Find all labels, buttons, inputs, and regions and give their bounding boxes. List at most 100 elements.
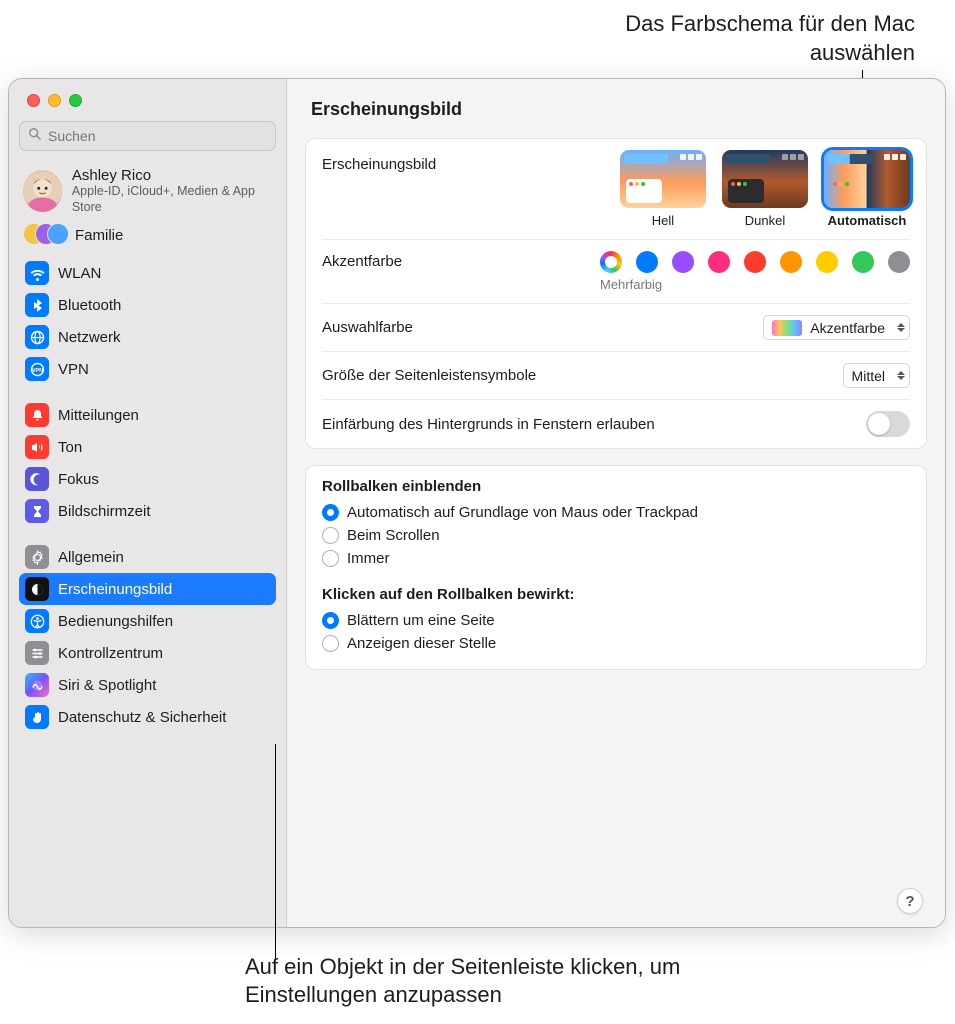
accent-swatch-pink[interactable] [708,251,730,273]
wifi-icon [25,261,49,285]
fullscreen-button[interactable] [69,94,82,107]
sidebar-item-vpn[interactable]: VPN VPN [19,353,276,385]
accent-swatch-red[interactable] [744,251,766,273]
appearance-option-label: Hell [652,213,674,228]
annotation-bottom: Auf ein Objekt in der Seitenleiste klick… [245,953,805,1010]
accent-swatch-purple[interactable] [672,251,694,273]
content-pane: Erscheinungsbild Erscheinungsbild HellDu… [287,79,945,927]
gradient-chip-icon [772,320,802,336]
scrollbar-click-option-label: Blättern um eine Seite [347,612,495,629]
sidebar-item-siri-spotlight[interactable]: Siri & Spotlight [19,669,276,701]
sidebar-item-label: Bildschirmzeit [58,503,151,520]
bell-icon [25,403,49,427]
family-avatars-icon [23,223,65,247]
bluetooth-icon [25,293,49,317]
sidebar-item-kontrollzentrum[interactable]: Kontrollzentrum [19,637,276,669]
highlight-popup[interactable]: Akzentfarbe [763,315,910,340]
accent-swatch-gray[interactable] [888,251,910,273]
apple-id-account[interactable]: Ashley Rico Apple-ID, iCloud+, Medien & … [9,161,286,219]
accent-sublabel: Mehrfarbig [600,277,662,292]
sidebar-item-ton[interactable]: Ton [19,431,276,463]
appearance-option-dark[interactable]: Dunkel [722,150,808,228]
family-label: Familie [75,227,123,244]
sidebar-item-label: Allgemein [58,549,124,566]
thumb-auto-icon [824,150,910,208]
sidebar-item-netzwerk[interactable]: Netzwerk [19,321,276,353]
sidebar-item-label: Mitteilungen [58,407,139,424]
gear-icon [25,545,49,569]
sidebar-item-bluetooth[interactable]: Bluetooth [19,289,276,321]
sidebar-icon-size-popup[interactable]: Mittel [843,363,910,388]
account-text: Ashley Rico Apple-ID, iCloud+, Medien & … [72,167,272,215]
radio-icon [322,527,339,544]
close-button[interactable] [27,94,40,107]
sidebar-item-label: VPN [58,361,89,378]
highlight-value: Akzentfarbe [810,320,885,336]
scrollbar-click-option[interactable]: Anzeigen dieser Stelle [322,632,910,655]
account-name: Ashley Rico [72,167,272,184]
appearance-options: Hell Dunkel Automatisch [620,150,910,228]
sidebar-item-fokus[interactable]: Fokus [19,463,276,495]
search-icon [28,127,42,145]
accent-swatch-blue[interactable] [636,251,658,273]
accent-swatch-yellow[interactable] [816,251,838,273]
scrollbar-click-option-label: Anzeigen dieser Stelle [347,635,496,652]
family-row[interactable]: Familie [9,219,286,257]
scrollbar-show-option[interactable]: Automatisch auf Grundlage von Maus oder … [322,501,910,524]
search-field-container[interactable] [19,121,276,151]
sidebar-item-label: Bedienungshilfen [58,613,173,630]
accent-swatch-multi[interactable] [600,251,622,273]
radio-icon [322,612,339,629]
scrollbar-show-option[interactable]: Beim Scrollen [322,524,910,547]
contrast-icon [25,577,49,601]
highlight-row: Auswahlfarbe Akzentfarbe [322,303,910,351]
search-input[interactable] [48,128,267,144]
sidebar-item-label: Netzwerk [58,329,121,346]
appearance-option-label: Dunkel [745,213,785,228]
accent-row: Akzentfarbe Mehrfarbig [322,239,910,303]
annotation-top: Das Farbschema für den Mac auswählen [565,10,915,67]
wallpaper-tint-label: Einfärbung des Hintergrunds in Fenstern … [322,416,866,433]
sidebar-item-erscheinungsbild[interactable]: Erscheinungsbild [19,573,276,605]
sidebar-item-bedienungshilfen[interactable]: Bedienungshilfen [19,605,276,637]
avatar [23,170,62,212]
scrollbar-show-option[interactable]: Immer [322,547,910,570]
scrollbar-show-option-label: Immer [347,550,390,567]
accent-swatch-orange[interactable] [780,251,802,273]
popup-arrows-icon [897,323,905,332]
sidebar-item-label: Ton [58,439,82,456]
scrollbar-click-title: Klicken auf den Rollbalken bewirkt: [322,586,910,603]
minimize-button[interactable] [48,94,61,107]
sidebar-item-wlan[interactable]: WLAN [19,257,276,289]
svg-text:VPN: VPN [31,368,42,374]
sidebar-icon-size-value: Mittel [852,368,885,384]
thumb-light-icon [620,150,706,208]
scrollbar-panel: Rollbalken einblenden Automatisch auf Gr… [305,465,927,670]
appearance-option-light[interactable]: Hell [620,150,706,228]
globe-icon [25,325,49,349]
sidebar: Ashley Rico Apple-ID, iCloud+, Medien & … [9,79,287,927]
speaker-icon [25,435,49,459]
scrollbar-show-option-label: Automatisch auf Grundlage von Maus oder … [347,504,698,521]
help-button[interactable]: ? [897,888,923,914]
siri-icon [25,673,49,697]
sidebar-list: WLAN Bluetooth Netzwerk VPN VPN Mitteilungen T… [9,257,286,753]
wallpaper-tint-toggle[interactable] [866,411,910,437]
sidebar-item-bildschirmzeit[interactable]: Bildschirmzeit [19,495,276,527]
sidebar-item-mitteilungen[interactable]: Mitteilungen [19,399,276,431]
appearance-label: Erscheinungsbild [322,150,620,173]
sidebar-item-label: Datenschutz & Sicherheit [58,709,226,726]
hand-icon [25,705,49,729]
scrollbar-click-option[interactable]: Blättern um eine Seite [322,609,910,632]
account-subtitle: Apple-ID, iCloud+, Medien & App Store [72,184,272,215]
sidebar-item-label: Bluetooth [58,297,121,314]
sidebar-item-label: Siri & Spotlight [58,677,156,694]
sidebar-item-datenschutz-sicherheit[interactable]: Datenschutz & Sicherheit [19,701,276,733]
popup-arrows-icon [897,371,905,380]
accent-swatch-green[interactable] [852,251,874,273]
thumb-dark-icon [722,150,808,208]
sidebar-item-allgemein[interactable]: Allgemein [19,541,276,573]
radio-icon [322,550,339,567]
window-controls [9,79,286,115]
appearance-option-auto[interactable]: Automatisch [824,150,910,228]
